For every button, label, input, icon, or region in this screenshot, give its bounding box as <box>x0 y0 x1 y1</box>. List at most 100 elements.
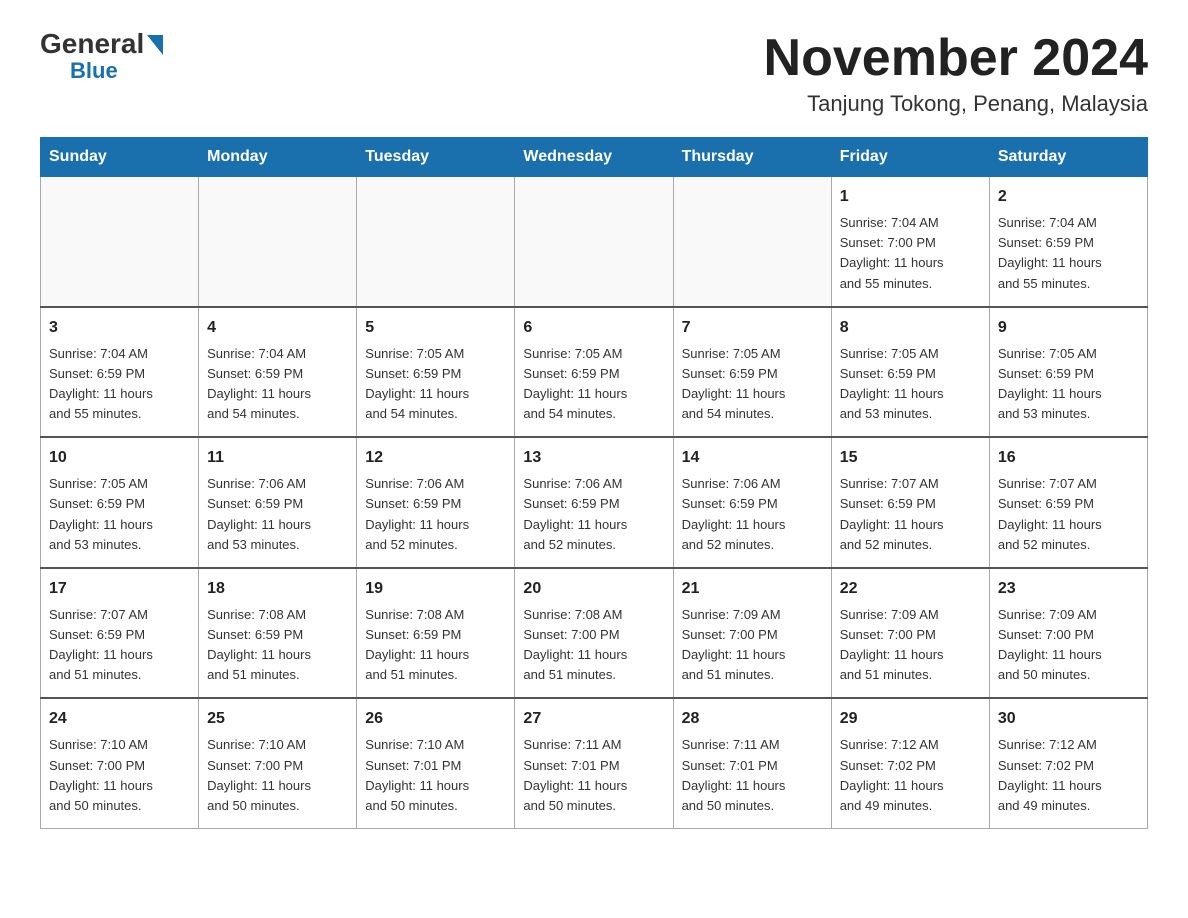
calendar-cell: 22 Sunrise: 7:09 AM Sunset: 7:00 PM Dayli… <box>831 568 989 699</box>
calendar-week-row: 3 Sunrise: 7:04 AM Sunset: 6:59 PM Daylig… <box>41 307 1148 438</box>
calendar-header-wednesday: Wednesday <box>515 138 673 177</box>
calendar-header-row: SundayMondayTuesdayWednesdayThursdayFrid… <box>41 138 1148 177</box>
calendar-cell: 6 Sunrise: 7:05 AM Sunset: 6:59 PM Daylig… <box>515 307 673 438</box>
day-number: 16 <box>998 446 1139 470</box>
calendar-cell: 11 Sunrise: 7:06 AM Sunset: 6:59 PM Dayli… <box>199 437 357 568</box>
day-info: Sunrise: 7:05 AM Sunset: 6:59 PM Dayligh… <box>682 344 823 425</box>
calendar-cell: 24Sunrise: 7:10 AM Sunset: 7:00 PM Dayli… <box>41 698 199 828</box>
day-info: Sunrise: 7:09 AM Sunset: 7:00 PM Dayligh… <box>840 605 981 686</box>
day-info: Sunrise: 7:05 AM Sunset: 6:59 PM Dayligh… <box>365 344 506 425</box>
calendar-cell: 28 Sunrise: 7:11 AM Sunset: 7:01 PM Dayli… <box>673 698 831 828</box>
day-number: 25 <box>207 707 348 731</box>
day-number: 27 <box>523 707 664 731</box>
calendar-week-row: 1 Sunrise: 7:04 AM Sunset: 7:00 PM Daylig… <box>41 177 1148 307</box>
day-number: 4 <box>207 316 348 340</box>
calendar-cell: 13Sunrise: 7:06 AM Sunset: 6:59 PM Dayli… <box>515 437 673 568</box>
calendar-header-monday: Monday <box>199 138 357 177</box>
calendar-cell <box>199 177 357 307</box>
day-info: Sunrise: 7:05 AM Sunset: 6:59 PM Dayligh… <box>49 474 190 555</box>
day-info: Sunrise: 7:07 AM Sunset: 6:59 PM Dayligh… <box>998 474 1139 555</box>
logo-triangle-icon <box>147 35 163 55</box>
day-info: Sunrise: 7:04 AM Sunset: 7:00 PM Dayligh… <box>840 213 981 294</box>
day-number: 13 <box>523 446 664 470</box>
day-number: 19 <box>365 577 506 601</box>
day-info: Sunrise: 7:05 AM Sunset: 6:59 PM Dayligh… <box>523 344 664 425</box>
calendar-cell: 19 Sunrise: 7:08 AM Sunset: 6:59 PM Dayli… <box>357 568 515 699</box>
day-number: 21 <box>682 577 823 601</box>
day-number: 1 <box>840 185 981 209</box>
logo: General Blue <box>40 30 163 84</box>
calendar-week-row: 10 Sunrise: 7:05 AM Sunset: 6:59 PM Dayli… <box>41 437 1148 568</box>
calendar-cell: 12 Sunrise: 7:06 AM Sunset: 6:59 PM Dayli… <box>357 437 515 568</box>
day-number: 23 <box>998 577 1139 601</box>
page-subtitle: Tanjung Tokong, Penang, Malaysia <box>764 91 1148 117</box>
day-info: Sunrise: 7:07 AM Sunset: 6:59 PM Dayligh… <box>840 474 981 555</box>
day-number: 3 <box>49 316 190 340</box>
day-info: Sunrise: 7:09 AM Sunset: 7:00 PM Dayligh… <box>682 605 823 686</box>
calendar-cell: 25 Sunrise: 7:10 AM Sunset: 7:00 PM Dayli… <box>199 698 357 828</box>
calendar-cell: 8 Sunrise: 7:05 AM Sunset: 6:59 PM Daylig… <box>831 307 989 438</box>
day-info: Sunrise: 7:04 AM Sunset: 6:59 PM Dayligh… <box>207 344 348 425</box>
day-number: 7 <box>682 316 823 340</box>
calendar-cell: 14 Sunrise: 7:06 AM Sunset: 6:59 PM Dayli… <box>673 437 831 568</box>
calendar-cell: 27Sunrise: 7:11 AM Sunset: 7:01 PM Dayli… <box>515 698 673 828</box>
day-info: Sunrise: 7:06 AM Sunset: 6:59 PM Dayligh… <box>682 474 823 555</box>
calendar-cell: 26Sunrise: 7:10 AM Sunset: 7:01 PM Dayli… <box>357 698 515 828</box>
day-info: Sunrise: 7:09 AM Sunset: 7:00 PM Dayligh… <box>998 605 1139 686</box>
calendar-cell: 20Sunrise: 7:08 AM Sunset: 7:00 PM Dayli… <box>515 568 673 699</box>
day-number: 12 <box>365 446 506 470</box>
day-number: 9 <box>998 316 1139 340</box>
day-number: 20 <box>523 577 664 601</box>
calendar-cell: 30 Sunrise: 7:12 AM Sunset: 7:02 PM Dayli… <box>989 698 1147 828</box>
day-number: 8 <box>840 316 981 340</box>
day-info: Sunrise: 7:10 AM Sunset: 7:00 PM Dayligh… <box>207 735 348 816</box>
day-number: 2 <box>998 185 1139 209</box>
day-number: 22 <box>840 577 981 601</box>
day-info: Sunrise: 7:06 AM Sunset: 6:59 PM Dayligh… <box>207 474 348 555</box>
page-title: November 2024 <box>764 30 1148 87</box>
day-number: 14 <box>682 446 823 470</box>
day-number: 29 <box>840 707 981 731</box>
day-info: Sunrise: 7:06 AM Sunset: 6:59 PM Dayligh… <box>365 474 506 555</box>
day-info: Sunrise: 7:12 AM Sunset: 7:02 PM Dayligh… <box>998 735 1139 816</box>
calendar-cell: 3Sunrise: 7:04 AM Sunset: 6:59 PM Daylig… <box>41 307 199 438</box>
logo-blue-text: Blue <box>70 58 118 84</box>
calendar-cell: 2 Sunrise: 7:04 AM Sunset: 6:59 PM Daylig… <box>989 177 1147 307</box>
calendar-cell: 17 Sunrise: 7:07 AM Sunset: 6:59 PM Dayli… <box>41 568 199 699</box>
day-number: 6 <box>523 316 664 340</box>
day-number: 11 <box>207 446 348 470</box>
day-info: Sunrise: 7:12 AM Sunset: 7:02 PM Dayligh… <box>840 735 981 816</box>
calendar-table: SundayMondayTuesdayWednesdayThursdayFrid… <box>40 137 1148 829</box>
day-number: 30 <box>998 707 1139 731</box>
calendar-header-tuesday: Tuesday <box>357 138 515 177</box>
calendar-week-row: 24 Sunrise: 7:10 AM Sunset: 7:00 PM Dayli… <box>41 698 1148 828</box>
calendar-cell: 29 Sunrise: 7:12 AM Sunset: 7:02 PM Dayli… <box>831 698 989 828</box>
day-number: 10 <box>49 446 190 470</box>
day-number: 17 <box>49 577 190 601</box>
day-number: 5 <box>365 316 506 340</box>
day-number: 15 <box>840 446 981 470</box>
calendar-cell <box>515 177 673 307</box>
calendar-cell <box>357 177 515 307</box>
day-number: 24 <box>49 707 190 731</box>
day-info: Sunrise: 7:05 AM Sunset: 6:59 PM Dayligh… <box>840 344 981 425</box>
calendar-header-sunday: Sunday <box>41 138 199 177</box>
day-info: Sunrise: 7:11 AM Sunset: 7:01 PM Dayligh… <box>682 735 823 816</box>
calendar-cell: 7 Sunrise: 7:05 AM Sunset: 6:59 PM Daylig… <box>673 307 831 438</box>
day-info: Sunrise: 7:05 AM Sunset: 6:59 PM Dayligh… <box>998 344 1139 425</box>
calendar-header-saturday: Saturday <box>989 138 1147 177</box>
calendar-week-row: 17 Sunrise: 7:07 AM Sunset: 6:59 PM Dayli… <box>41 568 1148 699</box>
day-info: Sunrise: 7:08 AM Sunset: 6:59 PM Dayligh… <box>207 605 348 686</box>
day-number: 28 <box>682 707 823 731</box>
logo-general-text: General <box>40 30 144 58</box>
calendar-cell: 9 Sunrise: 7:05 AM Sunset: 6:59 PM Daylig… <box>989 307 1147 438</box>
page-header: General Blue November 2024 Tanjung Tokon… <box>40 30 1148 117</box>
calendar-cell: 21 Sunrise: 7:09 AM Sunset: 7:00 PM Dayli… <box>673 568 831 699</box>
title-section: November 2024 Tanjung Tokong, Penang, Ma… <box>764 30 1148 117</box>
day-info: Sunrise: 7:08 AM Sunset: 6:59 PM Dayligh… <box>365 605 506 686</box>
day-info: Sunrise: 7:04 AM Sunset: 6:59 PM Dayligh… <box>998 213 1139 294</box>
calendar-cell: 15 Sunrise: 7:07 AM Sunset: 6:59 PM Dayli… <box>831 437 989 568</box>
day-info: Sunrise: 7:07 AM Sunset: 6:59 PM Dayligh… <box>49 605 190 686</box>
calendar-cell: 4 Sunrise: 7:04 AM Sunset: 6:59 PM Daylig… <box>199 307 357 438</box>
calendar-cell: 18Sunrise: 7:08 AM Sunset: 6:59 PM Dayli… <box>199 568 357 699</box>
